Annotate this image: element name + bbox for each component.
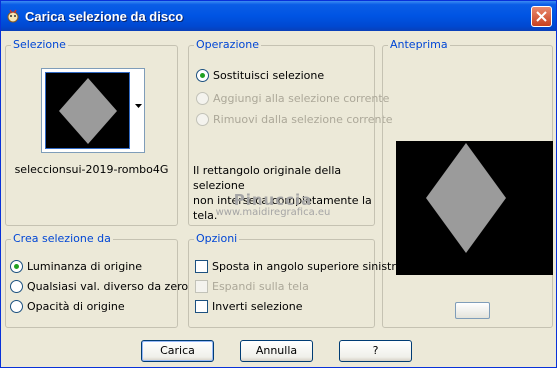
selezione-group: Selezione seleccionsui-2019-rombo4G (5, 38, 178, 226)
help-button[interactable]: ? (339, 340, 412, 362)
checkbox-label: Inverti selezione (212, 299, 303, 313)
anteprima-group: Anteprima (382, 38, 553, 328)
radio-luminanza[interactable]: Luminanza di origine (10, 258, 142, 274)
crea-selezione-label: Crea selezione da (11, 232, 113, 245)
close-button[interactable] (531, 6, 552, 27)
checkbox (195, 279, 208, 293)
selection-file-name: seleccionsui-2019-rombo4G (14, 163, 169, 176)
check-inverti[interactable]: Inverti selezione (195, 298, 303, 314)
annulla-button[interactable]: Annulla (240, 340, 313, 362)
dialog-window: Carica selezione da disco Selezione sele… (0, 0, 557, 368)
check-sposta[interactable]: Sposta in angolo superiore sinistro (195, 258, 402, 274)
opzioni-group: Opzioni Sposta in angolo superiore sinis… (188, 232, 402, 328)
check-espandi: Espandi sulla tela (195, 278, 309, 294)
radio-button (196, 91, 209, 105)
radio-button[interactable] (10, 299, 23, 313)
checkbox[interactable] (195, 259, 208, 273)
opzioni-label: Opzioni (194, 232, 240, 245)
radio-label: Opacità di origine (27, 299, 125, 313)
window-title: Carica selezione da disco (25, 9, 184, 24)
radio-button[interactable] (10, 259, 23, 273)
watermark-url: www.maidiregrafica.eu (215, 207, 331, 218)
info-line-1: Il rettangolo originale della selezione (193, 164, 342, 192)
close-icon (536, 11, 547, 22)
radio-qualsiasi[interactable]: Qualsiasi val. diverso da zero (10, 278, 188, 294)
diamond-shape (59, 78, 117, 144)
checkbox-label: Espandi sulla tela (212, 279, 309, 293)
selection-thumbnail-dropdown[interactable] (41, 68, 145, 153)
preview-zoom-button[interactable] (455, 302, 490, 319)
app-icon (7, 9, 19, 23)
radio-label: Luminanza di origine (27, 259, 142, 273)
radio-rimuovi: Rimuovi dalla selezione corrente (196, 111, 393, 127)
radio-label: Rimuovi dalla selezione corrente (213, 112, 393, 126)
carica-button[interactable]: Carica (141, 340, 214, 362)
radio-label: Qualsiasi val. diverso da zero (27, 279, 189, 293)
selection-thumbnail (45, 72, 130, 149)
selezione-label: Selezione (11, 38, 68, 51)
radio-label: Aggiungi alla selezione corrente (213, 91, 390, 105)
checkbox[interactable] (195, 299, 208, 313)
radio-button[interactable] (10, 279, 23, 293)
title-bar[interactable]: Carica selezione da disco (1, 1, 556, 31)
crea-selezione-group: Crea selezione da Luminanza di origine Q… (5, 232, 188, 328)
operazione-label: Operazione (194, 38, 261, 51)
watermark: Pinuccia www.maidiregrafica.eu (213, 191, 333, 218)
radio-sostituisci[interactable]: Sostituisci selezione (196, 67, 324, 83)
radio-aggiungi: Aggiungi alla selezione corrente (196, 90, 389, 106)
radio-button (196, 112, 209, 126)
radio-label: Sostituisci selezione (213, 68, 325, 82)
checkbox-label: Sposta in angolo superiore sinistro (212, 259, 403, 273)
preview-diamond (426, 143, 506, 253)
anteprima-label: Anteprima (388, 38, 450, 51)
radio-button[interactable] (196, 68, 209, 82)
dropdown-arrow-icon (135, 104, 142, 108)
preview-canvas (396, 141, 553, 275)
radio-opacita[interactable]: Opacità di origine (10, 298, 125, 314)
